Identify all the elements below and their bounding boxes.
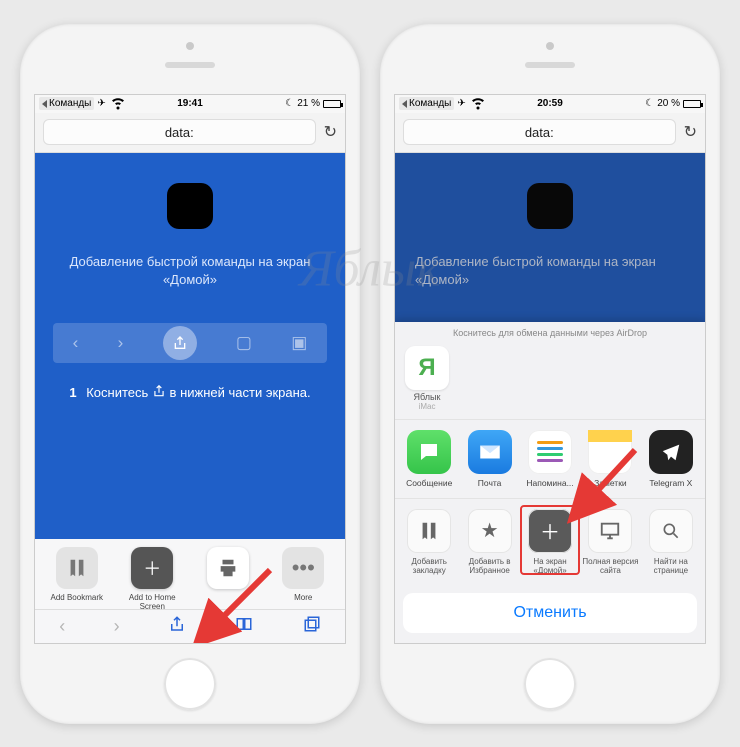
airdrop-avatar-icon: Я [405,346,449,390]
share-actions-row: Добавить закладку ★ Добавить в Избранное… [395,499,705,587]
share-apps-row: Сообщение Почта Напомина... Заметки [395,419,705,499]
page-headline: Добавление быстрой команды на экран «Дом… [395,253,705,289]
airplane-mode-icon: ✈ [457,98,465,109]
share-app-telegram[interactable]: Telegram X [641,424,701,488]
camera-dot [186,42,194,50]
notes-icon [588,430,632,474]
battery-percent: 21 % [297,98,320,109]
url-text: data: [525,125,554,140]
more-item: ••• More [268,547,340,602]
share-sheet: Коснитесь для обмена данными через AirDr… [395,322,705,643]
share-app-mail[interactable]: Почта [459,424,519,488]
bookmarks-icon[interactable] [234,615,254,638]
action-desktop-site[interactable]: Полная версия сайта [580,505,640,575]
speaker-grille [165,62,215,68]
add-to-home-item: ＋ Add to Home Screen [117,547,189,611]
url-text: data: [165,125,194,140]
reload-icon[interactable]: ↻ [684,122,697,142]
tabs-icon[interactable] [303,615,321,638]
url-bar: data: ↻ [35,113,345,153]
chevron-left-icon [402,100,407,108]
screen-right: Команды ✈ 20:59 ☾ 20 % data: ↻ Добавлени… [394,94,706,644]
phone-right: Команды ✈ 20:59 ☾ 20 % data: ↻ Добавлени… [380,24,720,724]
airdrop-target[interactable]: Я Яблык iMac [405,346,449,411]
book-icon [407,509,451,553]
page-headline: Добавление быстрой команды на экран «Дом… [35,253,345,289]
home-button[interactable] [164,658,216,710]
action-add-bookmark[interactable]: Добавить закладку [399,505,459,575]
url-field[interactable]: data: [43,119,316,145]
monitor-icon [588,509,632,553]
status-bar: Команды ✈ 19:41 ☾ 21 % [35,95,345,113]
status-time: 20:59 [537,98,563,109]
share-app-reminders[interactable]: Напомина... [520,424,580,488]
home-button[interactable] [524,658,576,710]
screen-left: Команды ✈ 19:41 ☾ 21 % data: ↻ Добавлени… [34,94,346,644]
share-app-notes[interactable]: Заметки [580,424,640,488]
tutorial-toolbar-illustration: ‹ › ▢ ▣ [53,323,327,363]
shortcut-preview-icon [527,183,573,229]
share-icon[interactable] [168,614,186,639]
action-find-on-page[interactable]: Найти на странице [641,505,701,575]
back-icon[interactable]: ‹ [59,616,65,637]
share-app-message[interactable]: Сообщение [399,424,459,488]
telegram-icon [649,430,693,474]
step-instruction: 1 Коснитесь в нижней части экрана. [35,383,345,402]
back-to-app[interactable]: Команды [399,97,454,110]
cancel-button[interactable]: Отменить [403,593,697,633]
safari-toolbar: ‹ › [35,609,345,643]
page-content: Добавление быстрой команды на экран «Дом… [35,183,345,639]
url-field[interactable]: data: [403,119,676,145]
url-bar: data: ↻ [395,113,705,153]
mail-icon [468,430,512,474]
status-bar: Команды ✈ 20:59 ☾ 20 % [395,95,705,113]
moon-icon: ☾ [645,98,654,109]
moon-icon: ☾ [285,98,294,109]
shortcut-preview-icon [167,183,213,229]
back-app-label: Команды [49,98,91,109]
share-icon [152,383,166,402]
plus-icon: ＋ [528,509,572,553]
back-to-app[interactable]: Команды [39,97,94,110]
reload-icon[interactable]: ↻ [324,122,337,142]
battery-icon [323,100,341,108]
status-time: 19:41 [177,98,203,109]
airdrop-sub: iMac [405,402,449,411]
chevron-left-icon: ‹ [73,333,79,353]
airdrop-name: Яблык [405,392,449,402]
reminders-icon [528,430,572,474]
wifi-icon [109,94,127,115]
phone-left: Команды ✈ 19:41 ☾ 21 % data: ↻ Добавлени… [20,24,360,724]
message-icon [407,430,451,474]
cancel-label: Отменить [513,604,586,622]
search-icon [649,509,693,553]
tabs-icon: ▣ [291,333,307,353]
chevron-right-icon: › [118,333,124,353]
chevron-left-icon [42,100,47,108]
airdrop-hint: Коснитесь для обмена данными через AirDr… [395,322,705,342]
camera-dot [546,42,554,50]
print-item [192,547,264,602]
action-add-favorite[interactable]: ★ Добавить в Избранное [459,505,519,575]
wifi-icon [469,94,487,115]
book-icon: ▢ [236,333,252,353]
step-number: 1 [69,385,76,400]
back-app-label: Команды [409,98,451,109]
speaker-grille [525,62,575,68]
add-bookmark-item: Add Bookmark [41,547,113,602]
battery-icon [683,100,701,108]
forward-icon[interactable]: › [114,616,120,637]
airdrop-row: Я Яблык iMac [395,342,705,419]
battery-percent: 20 % [657,98,680,109]
share-icon [163,326,197,360]
airplane-mode-icon: ✈ [97,98,105,109]
star-icon: ★ [468,509,512,553]
action-add-to-home[interactable]: ＋ На экран «Домой» [520,505,580,575]
